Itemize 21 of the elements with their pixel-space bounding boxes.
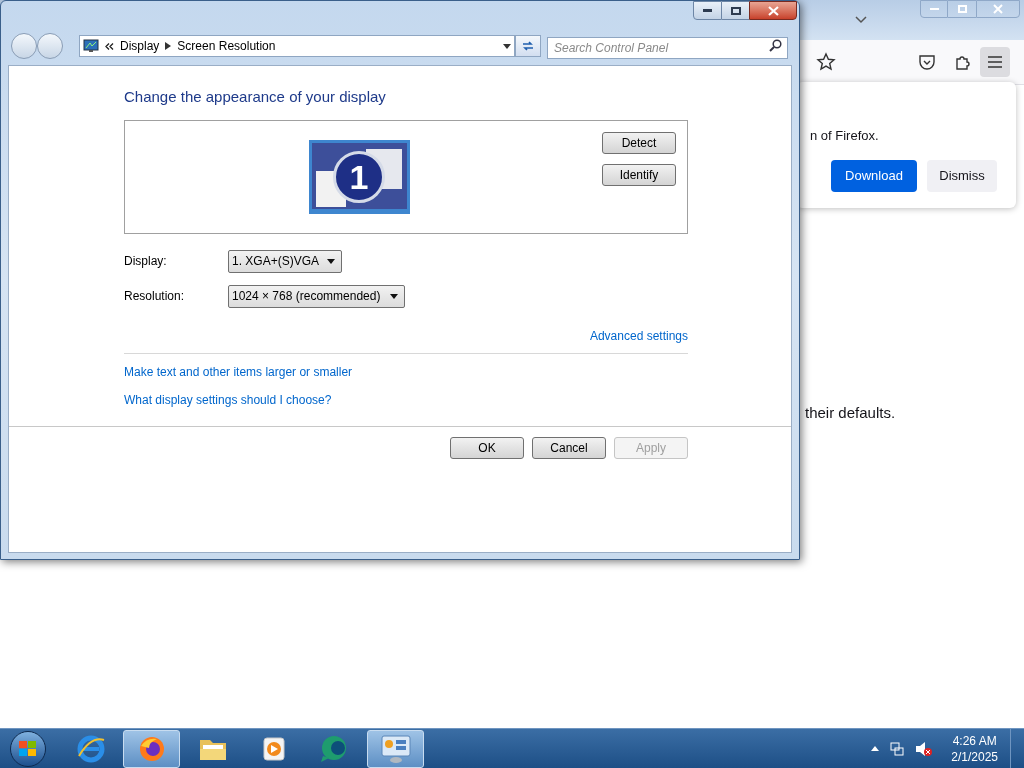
notice-text: n of Firefox. <box>810 127 880 145</box>
breadcrumb-item[interactable]: Display <box>120 37 160 55</box>
ok-button[interactable]: OK <box>450 436 524 459</box>
page-heading: Change the appearance of your display <box>124 87 387 107</box>
search-field[interactable]: Search Control Panel <box>547 37 788 59</box>
dismiss-button[interactable]: Dismiss <box>927 159 997 192</box>
help-link[interactable]: What display settings should I choose? <box>124 390 332 409</box>
advanced-settings-link[interactable]: Advanced settings <box>589 326 688 345</box>
help-link[interactable]: Make text and other items larger or smaller <box>124 362 353 381</box>
breadcrumb-item[interactable]: Screen Resolution <box>177 37 276 55</box>
cancel-button[interactable]: Cancel <box>532 436 606 459</box>
field-label: Resolution: <box>124 288 186 305</box>
display-dropdown[interactable]: 1. XGA+(S)VGA <box>228 249 343 273</box>
page-text: their defaults. <box>805 403 896 423</box>
identify-button[interactable]: Identify <box>602 163 676 186</box>
address-bar[interactable]: Display Screen Resolution <box>79 35 515 57</box>
detect-button[interactable]: Detect <box>602 131 676 154</box>
resolution-dropdown[interactable]: 1024 × 768 (recommended) <box>228 284 405 308</box>
field-label: Display: <box>124 253 168 270</box>
download-button[interactable]: Download <box>831 159 917 192</box>
clock[interactable]: 4:26 AM 2/1/2025 <box>951 732 998 765</box>
